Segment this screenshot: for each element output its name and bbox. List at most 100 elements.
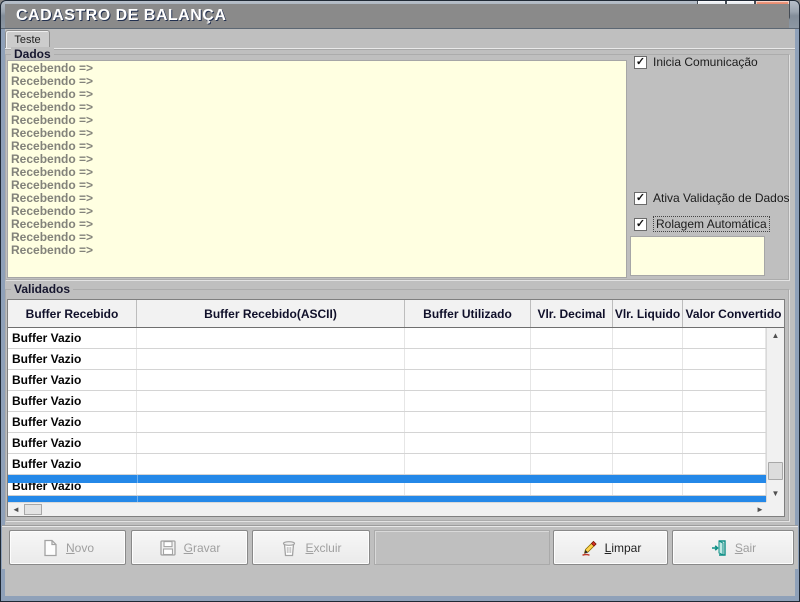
cell-vlr-liquido	[613, 433, 683, 453]
cell-buffer-recebido: Buffer Vazio	[8, 370, 137, 390]
cell-buffer-recebido-ascii	[137, 412, 405, 432]
cell-vlr-decimal	[531, 349, 613, 369]
horizontal-scrollbar[interactable]: ◄ ►	[8, 502, 768, 516]
column-header-valor-convertido[interactable]: Valor Convertido	[683, 300, 784, 327]
grid-header-row: Buffer Recebido Buffer Recebido(ASCII) B…	[8, 300, 784, 328]
save-icon	[159, 539, 177, 557]
button-label: Excluir	[305, 541, 341, 555]
cell-buffer-recebido: Buffer Vazio	[8, 391, 137, 411]
scroll-left-icon[interactable]: ◄	[8, 503, 24, 516]
table-row[interactable]: Buffer Vazio	[8, 433, 766, 454]
dados-log-memo[interactable]: Recebendo =>Recebendo =>Recebendo =>Rece…	[7, 60, 627, 278]
checkbox-rolagem-automatica[interactable]: ✓ Rolagem Automática	[634, 216, 770, 232]
cell-valor-convertido	[683, 412, 766, 432]
cell-vlr-decimal	[531, 412, 613, 432]
table-row[interactable]: Buffer Vazio	[8, 328, 766, 349]
log-line: Recebendo =>	[11, 75, 623, 88]
table-row[interactable]: Buffer Vazio	[8, 349, 766, 370]
cell-buffer-recebido: Buffer Vazio	[8, 349, 137, 369]
cell-vlr-decimal	[531, 454, 613, 474]
table-row-clipped[interactable]: Buffer Vazio	[8, 483, 766, 496]
output-value-box[interactable]	[630, 236, 765, 276]
scroll-up-icon[interactable]: ▲	[767, 328, 784, 344]
cell-buffer-utilizado	[405, 454, 531, 474]
column-header-vlr-decimal[interactable]: Vlr. Decimal	[531, 300, 613, 327]
eraser-pencil-icon	[580, 539, 598, 557]
checkbox-inicia-comunicacao[interactable]: ✓ Inicia Comunicação	[634, 55, 758, 69]
cell-valor-convertido	[683, 483, 766, 496]
vertical-scrollbar[interactable]: ▲ ▼	[766, 328, 784, 502]
checkbox-label: Inicia Comunicação	[653, 55, 758, 69]
log-line: Recebendo =>	[11, 218, 623, 231]
table-row[interactable]: Buffer Vazio	[8, 412, 766, 433]
cell-buffer-recebido-ascii	[137, 328, 405, 348]
cell-buffer-recebido-ascii	[137, 454, 405, 474]
cell-buffer-utilizado	[405, 370, 531, 390]
cell-valor-convertido	[683, 454, 766, 474]
cell-buffer-utilizado	[405, 391, 531, 411]
cell-vlr-decimal	[531, 370, 613, 390]
page-title: CADASTRO DE BALANÇA	[5, 4, 789, 28]
column-header-buffer-utilizado[interactable]: Buffer Utilizado	[405, 300, 531, 327]
log-line: Recebendo =>	[11, 179, 623, 192]
log-line: Recebendo =>	[11, 127, 623, 140]
cell-buffer-utilizado	[405, 412, 531, 432]
limpar-button[interactable]: Limpar	[553, 530, 668, 565]
log-line: Recebendo =>	[11, 231, 623, 244]
gravar-button[interactable]: Gravar	[131, 530, 248, 565]
scroll-down-icon[interactable]: ▼	[767, 486, 784, 502]
cell-buffer-recebido: Buffer Vazio	[8, 483, 137, 496]
cell-vlr-decimal	[531, 483, 613, 496]
cell-buffer-recebido-ascii	[137, 433, 405, 453]
spacer-panel	[374, 530, 550, 565]
checkbox-label: Rolagem Automática	[653, 216, 770, 232]
log-line: Recebendo =>	[11, 205, 623, 218]
app-window: ST Cadastro de Equipamentos Auxiliares ✕…	[0, 0, 800, 602]
vertical-scrollbar-thumb[interactable]	[768, 462, 783, 480]
cell-vlr-decimal	[531, 391, 613, 411]
cell-vlr-liquido	[613, 483, 683, 496]
button-label: Gravar	[184, 541, 221, 555]
cell-buffer-recebido: Buffer Vazio	[8, 412, 137, 432]
validados-grid: Buffer Recebido Buffer Recebido(ASCII) B…	[7, 299, 785, 517]
column-header-buffer-recebido-ascii[interactable]: Buffer Recebido(ASCII)	[137, 300, 405, 327]
log-line: Recebendo =>	[11, 192, 623, 205]
log-line: Recebendo =>	[11, 62, 623, 75]
cell-buffer-utilizado	[405, 483, 531, 496]
selected-row-stripe[interactable]	[8, 475, 766, 483]
cell-buffer-recebido: Buffer Vazio	[8, 328, 137, 348]
log-line: Recebendo =>	[11, 140, 623, 153]
cell-valor-convertido	[683, 370, 766, 390]
cell-buffer-recebido-ascii	[137, 391, 405, 411]
novo-button[interactable]: Novo	[9, 530, 126, 565]
checkbox-checked-icon: ✓	[634, 218, 647, 231]
column-header-buffer-recebido[interactable]: Buffer Recebido	[8, 300, 137, 327]
button-bar: Novo Gravar Excluir	[2, 525, 798, 569]
table-row[interactable]: Buffer Vazio	[8, 391, 766, 412]
exit-door-icon	[710, 539, 728, 557]
log-line: Recebendo =>	[11, 114, 623, 127]
cell-vlr-liquido	[613, 412, 683, 432]
cell-buffer-recebido: Buffer Vazio	[8, 454, 137, 474]
cell-vlr-decimal	[531, 328, 613, 348]
grid-body: Buffer Vazio Buffer Vazio Buffer Vazio	[8, 328, 766, 502]
button-label: Sair	[735, 541, 756, 555]
horizontal-scrollbar-thumb[interactable]	[24, 504, 42, 515]
column-header-vlr-liquido[interactable]: Vlr. Liquido	[613, 300, 683, 327]
new-document-icon	[41, 539, 59, 557]
log-line: Recebendo =>	[11, 166, 623, 179]
checkbox-checked-icon: ✓	[634, 192, 647, 205]
log-line: Recebendo =>	[11, 153, 623, 166]
button-label: Limpar	[605, 541, 642, 555]
groupbox-dados-label: Dados	[11, 47, 54, 61]
cell-buffer-recebido-ascii	[137, 349, 405, 369]
table-row[interactable]: Buffer Vazio	[8, 370, 766, 391]
sair-button[interactable]: Sair	[672, 530, 794, 565]
tab-divider	[5, 48, 795, 49]
checkbox-ativa-validacao[interactable]: ✓ Ativa Validação de Dados	[634, 191, 790, 205]
excluir-button[interactable]: Excluir	[252, 530, 370, 565]
cell-buffer-recebido: Buffer Vazio	[8, 433, 137, 453]
cell-vlr-liquido	[613, 454, 683, 474]
table-row[interactable]: Buffer Vazio	[8, 454, 766, 475]
groupbox-validados-label: Validados	[11, 282, 73, 296]
